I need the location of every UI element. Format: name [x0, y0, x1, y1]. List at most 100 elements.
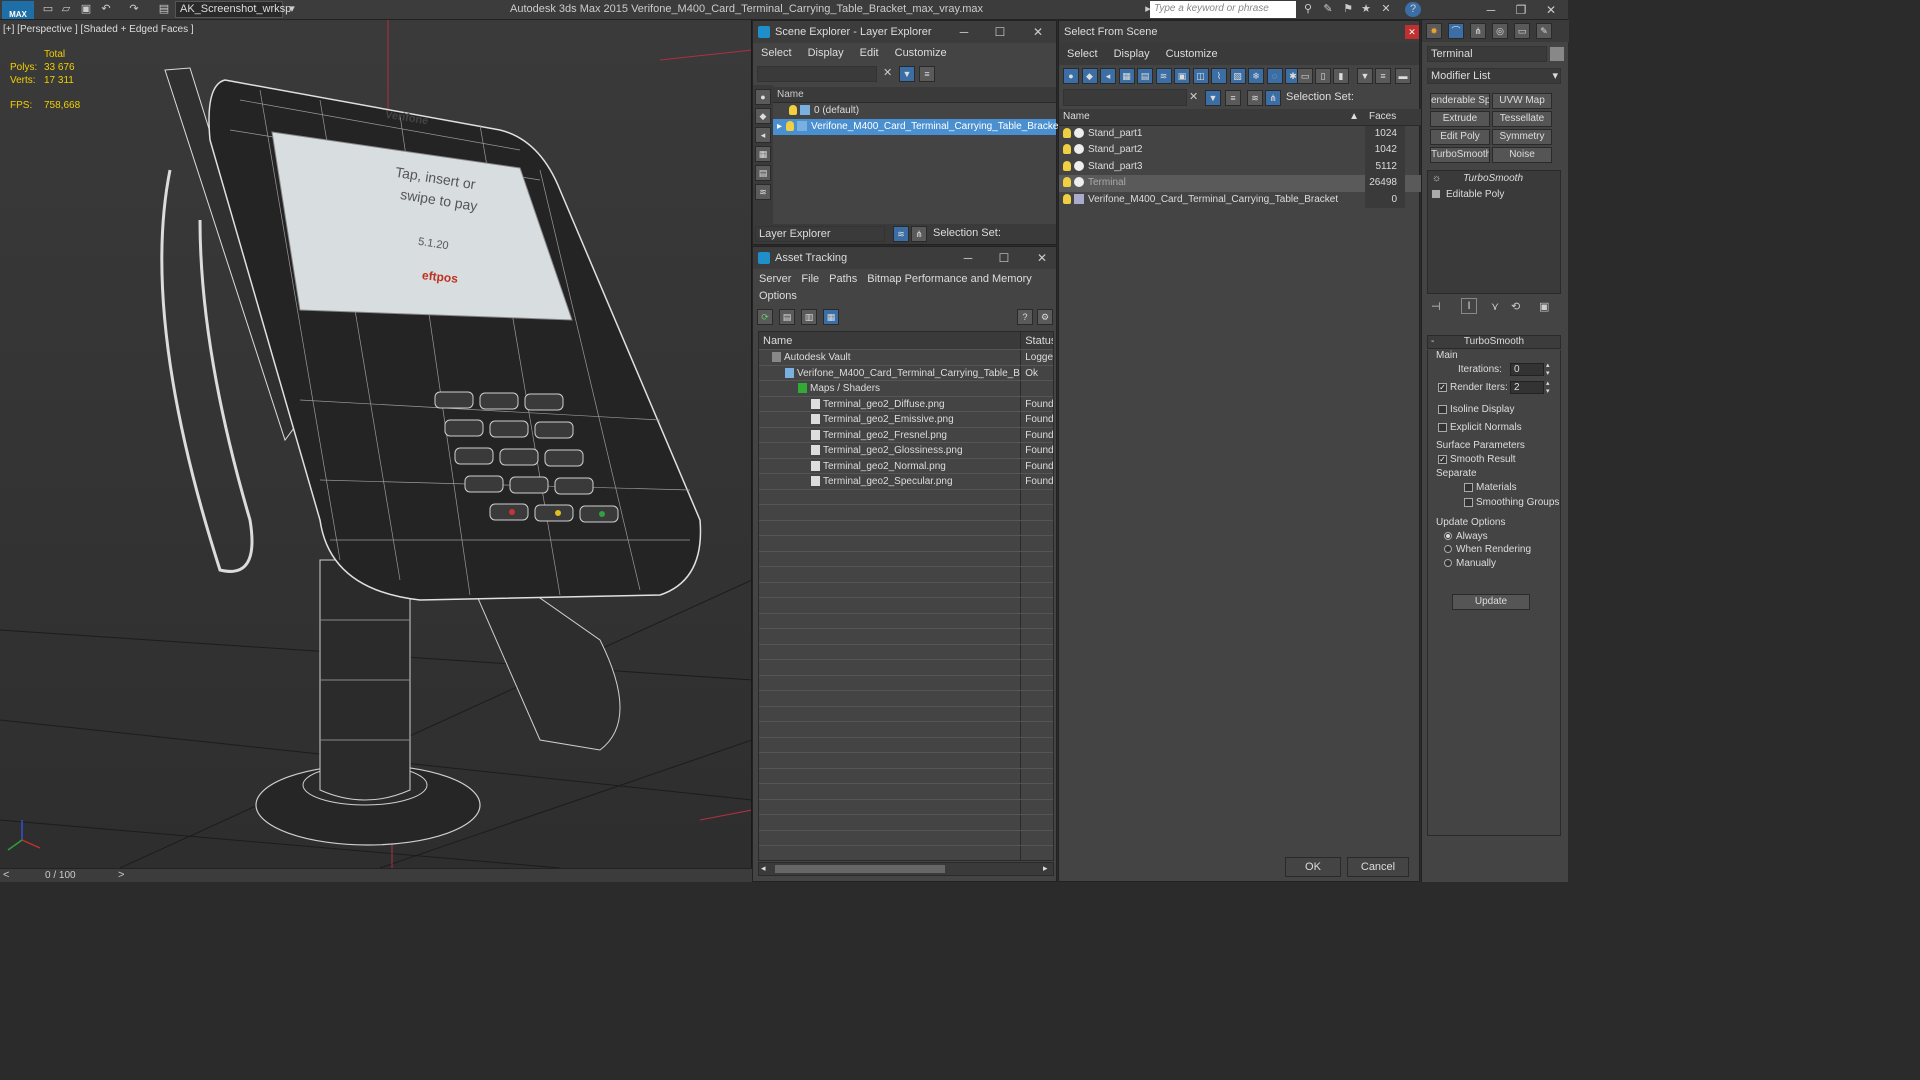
- smooth-result-checkbox[interactable]: ✓: [1438, 455, 1447, 464]
- find-input[interactable]: [757, 66, 877, 82]
- expand-box-icon[interactable]: [1432, 190, 1440, 199]
- menu-bitmap[interactable]: Bitmap Performance and Memory: [867, 269, 1031, 289]
- spinner-arrows-icon[interactable]: ▴ ▾: [1546, 361, 1550, 377]
- display-geometry-icon[interactable]: ●: [755, 89, 771, 105]
- collapse-icon[interactable]: -: [1431, 336, 1434, 348]
- binoculars-icon[interactable]: ⚲: [1300, 2, 1316, 17]
- scroll-right-icon[interactable]: ▸: [1043, 863, 1048, 874]
- display-geometry-icon[interactable]: ●: [1063, 68, 1079, 84]
- thumbnail-view-icon[interactable]: ▥: [801, 309, 817, 325]
- asset-row[interactable]: Terminal_geo2_Specular.png Found: [759, 474, 1053, 490]
- light-bulb-icon[interactable]: [789, 105, 797, 116]
- help-icon[interactable]: ?: [1405, 2, 1421, 17]
- find-input[interactable]: [1063, 89, 1187, 106]
- render-iters-checkbox[interactable]: ✓: [1438, 383, 1447, 392]
- asset-row[interactable]: Terminal_geo2_Normal.png Found: [759, 458, 1053, 474]
- stack-item-editable-poly[interactable]: Editable Poly: [1428, 187, 1560, 203]
- close-icon[interactable]: ✕: [1029, 247, 1055, 269]
- manually-radio[interactable]: [1444, 559, 1452, 567]
- turbosmooth-rollout-header[interactable]: - TurboSmooth: [1427, 335, 1561, 349]
- light-bulb-icon[interactable]: [1063, 144, 1071, 155]
- scroll-left-icon[interactable]: ◂: [761, 863, 766, 874]
- select-from-scene-titlebar[interactable]: Select From Scene ✕: [1059, 21, 1419, 43]
- when-rendering-radio[interactable]: [1444, 545, 1452, 553]
- object-color-swatch[interactable]: [1550, 47, 1564, 61]
- save-icon[interactable]: ▣: [78, 2, 94, 17]
- display-cameras-icon[interactable]: ▦: [755, 146, 771, 162]
- show-end-result-icon[interactable]: I: [1461, 298, 1477, 314]
- columns-icon[interactable]: ▬: [1395, 68, 1411, 84]
- display-cameras-icon[interactable]: ▦: [1118, 68, 1135, 84]
- menu-server[interactable]: Server: [759, 269, 791, 289]
- modify-tab-icon[interactable]: ⌒: [1448, 23, 1464, 39]
- column-status[interactable]: Status: [1021, 332, 1053, 349]
- chevron-down-icon[interactable]: ▾: [1552, 69, 1558, 83]
- display-frozen-icon[interactable]: ❄: [1248, 68, 1264, 84]
- always-radio[interactable]: [1444, 532, 1452, 540]
- uvw-map-button[interactable]: UVW Map: [1492, 93, 1552, 109]
- project-folder-icon[interactable]: ▤: [156, 2, 172, 17]
- favorites-star-icon[interactable]: ★: [1358, 2, 1374, 17]
- table-view-icon[interactable]: ▦: [823, 309, 839, 325]
- vault-settings-icon[interactable]: ⚙: [1037, 309, 1053, 325]
- minimize-icon[interactable]: ─: [955, 247, 981, 269]
- light-bulb-icon[interactable]: [1063, 160, 1071, 171]
- modifier-list-dropdown[interactable]: Modifier List ▾: [1427, 68, 1561, 84]
- remove-modifier-icon[interactable]: ⟲: [1511, 300, 1520, 313]
- layer-row-selected[interactable]: ▸ Verifone_M400_Card_Terminal_Carrying_Ta…: [773, 119, 1061, 135]
- asset-row[interactable]: Autodesk Vault Logged: [759, 350, 1053, 366]
- restore-icon[interactable]: ❐: [1506, 0, 1536, 20]
- app-logo-icon[interactable]: MAX: [2, 1, 34, 19]
- light-bulb-icon[interactable]: [1063, 127, 1071, 138]
- open-file-icon[interactable]: ▱: [58, 2, 74, 17]
- light-bulb-icon[interactable]: [786, 121, 795, 132]
- menu-edit[interactable]: Edit: [860, 43, 879, 63]
- select-none-icon[interactable]: ▯: [1315, 68, 1331, 84]
- light-bulb-icon[interactable]: [1063, 193, 1071, 204]
- close-icon[interactable]: ✕: [1025, 21, 1051, 43]
- sort-icon[interactable]: ≡: [1375, 68, 1391, 84]
- noise-button[interactable]: Noise: [1492, 147, 1552, 163]
- horizontal-scrollbar[interactable]: ◂ ▸: [758, 862, 1054, 876]
- filter-icon[interactable]: ▼: [899, 66, 915, 82]
- cancel-button[interactable]: Cancel: [1347, 857, 1409, 877]
- layer-row[interactable]: 0 (default): [773, 103, 1056, 119]
- chevron-down-icon[interactable]: ▾: [284, 2, 300, 17]
- menu-display[interactable]: Display: [1114, 43, 1150, 65]
- viewport-label[interactable]: [+] [Perspective ] [Shaded + Edged Faces…: [3, 24, 194, 35]
- utilities-tab-icon[interactable]: ✎: [1536, 23, 1552, 39]
- display-spacewarps-icon[interactable]: ≋: [1155, 68, 1172, 84]
- menu-select[interactable]: Select: [761, 43, 792, 63]
- clear-search-icon[interactable]: ✕: [1189, 90, 1198, 103]
- prev-frame-icon[interactable]: <: [3, 869, 9, 881]
- object-row[interactable]: Stand_part3 5112: [1059, 158, 1421, 175]
- edit-poly-button[interactable]: Edit Poly: [1430, 129, 1490, 145]
- asset-tracking-titlebar[interactable]: Asset Tracking ─ ☐ ✕: [753, 247, 1056, 269]
- display-hidden-icon[interactable]: ◌: [1266, 68, 1283, 84]
- menu-display[interactable]: Display: [808, 43, 844, 63]
- explicit-normals-checkbox[interactable]: [1438, 423, 1447, 432]
- hierarchy-icon[interactable]: ⋔: [1265, 90, 1281, 106]
- hierarchy-tab-icon[interactable]: ⋔: [1470, 23, 1486, 39]
- make-unique-icon[interactable]: ⋎: [1491, 300, 1499, 313]
- column-faces[interactable]: Faces: [1365, 109, 1405, 125]
- iterations-spinner[interactable]: 0: [1510, 363, 1544, 376]
- create-tab-icon[interactable]: ✸: [1426, 23, 1442, 39]
- next-frame-icon[interactable]: >: [118, 869, 124, 881]
- update-button[interactable]: Update: [1452, 594, 1530, 610]
- display-shapes-icon[interactable]: ◆: [1081, 68, 1098, 84]
- select-all-icon[interactable]: ▭: [1297, 68, 1313, 84]
- time-slider[interactable]: < 0 / 100 >: [0, 868, 752, 882]
- help-icon[interactable]: ?: [1017, 309, 1033, 325]
- asset-row[interactable]: Terminal_geo2_Diffuse.png Found: [759, 396, 1053, 412]
- light-bulb-icon[interactable]: ☼: [1432, 173, 1441, 184]
- display-shapes-icon[interactable]: ◆: [755, 108, 771, 124]
- object-row[interactable]: Verifone_M400_Card_Terminal_Carrying_Tab…: [1059, 191, 1421, 208]
- object-name-field[interactable]: Terminal: [1427, 46, 1547, 62]
- asset-row[interactable]: Terminal_geo2_Fresnel.png Found: [759, 427, 1053, 443]
- isoline-display-checkbox[interactable]: [1438, 405, 1447, 414]
- display-bones-icon[interactable]: ⌇: [1211, 68, 1227, 84]
- column-name[interactable]: Name ▲: [1059, 109, 1365, 125]
- menu-customize[interactable]: Customize: [1166, 43, 1218, 65]
- close-icon[interactable]: ✕: [1405, 25, 1419, 39]
